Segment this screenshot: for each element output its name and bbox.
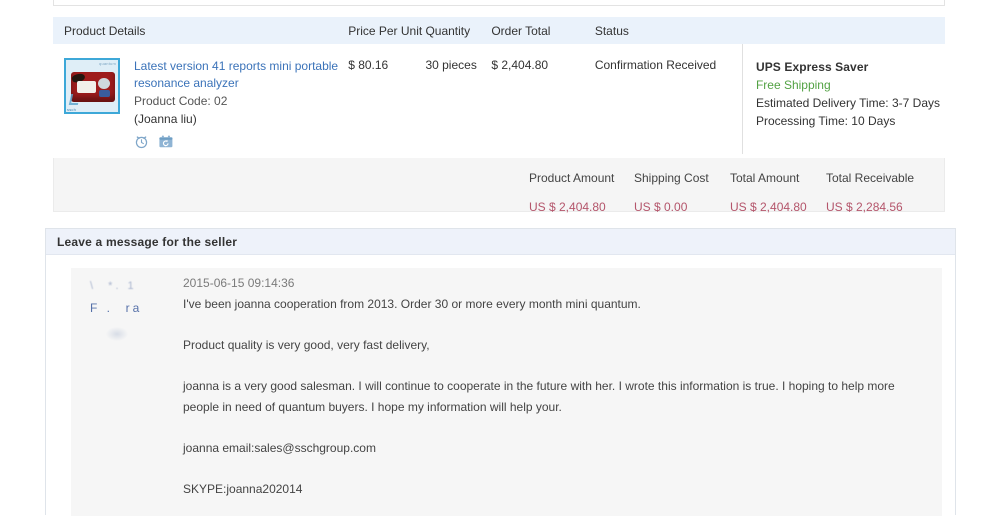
message-body-area: \ *. 1 F . ra 2015-06-15 09:14:36 I've b…	[71, 268, 942, 516]
shipping-method: UPS Express Saver	[755, 60, 869, 74]
product-title-link[interactable]: Latest version 41 reports mini portable …	[134, 58, 346, 92]
calendar-refresh-icon[interactable]	[158, 134, 174, 154]
column-header-status: Status	[594, 23, 629, 38]
order-status-value: Confirmation Received	[572, 44, 743, 154]
message-paragraph-2: Product quality is very good, very fast …	[183, 338, 430, 352]
total-column-total-receivable: Total Receivable US $ 2,284.56	[826, 158, 936, 215]
total-label-total-amount: Total Amount	[730, 171, 800, 185]
total-value-total-amount: US $ 2,404.80	[730, 200, 807, 214]
alarm-clock-icon[interactable]	[134, 134, 149, 154]
quantity-value: 30 pieces	[425, 44, 492, 154]
previous-panel-stub	[53, 0, 945, 6]
total-label-product-amount: Product Amount	[529, 171, 615, 185]
price-per-unit-value: $ 80.16	[348, 44, 426, 154]
column-header-price-per-unit: Price Per Unit	[348, 23, 423, 38]
order-total-value: $ 2,404.80	[491, 44, 573, 154]
column-header-shipping	[742, 17, 945, 44]
order-items-table: Product Details Price Per Unit Quantity …	[53, 17, 945, 154]
message-timestamp: 2015-06-15 09:14:36	[183, 276, 295, 290]
message-author-fragment-1: \ *. 1	[90, 280, 137, 292]
total-value-total-receivable: US $ 2,284.56	[826, 200, 903, 214]
seller-message-header-title: Leave a message for the seller	[57, 234, 238, 249]
estimated-delivery-time: Estimated Delivery Time: 3-7 Days	[755, 96, 940, 110]
column-header-order-total: Order Total	[491, 23, 551, 38]
total-column-product-amount: Product Amount US $ 2,404.80	[529, 158, 634, 215]
order-totals-strip: Product Amount US $ 2,404.80 Shipping Co…	[53, 158, 945, 215]
column-header-quantity: Quantity	[425, 23, 471, 38]
message-paragraph-skype: SKYPE:joanna202014	[183, 482, 303, 496]
seller-message-panel: Leave a message for the seller \ *. 1 F …	[45, 228, 956, 516]
order-table-header-row: Product Details Price Per Unit Quantity …	[53, 17, 945, 44]
total-column-total-amount: Total Amount US $ 2,404.80	[730, 158, 826, 215]
processing-time: Processing Time: 10 Days	[755, 114, 896, 128]
redaction-smudge	[106, 327, 128, 341]
product-owner: (Joanna liu)	[134, 112, 197, 126]
message-author-name: \ *. 1 F . ra	[90, 275, 178, 341]
total-label-shipping-cost: Shipping Cost	[634, 171, 709, 185]
product-details-cell: quantum ssch Latest version 41 reports m…	[53, 44, 349, 154]
message-author-fragment-2: F . ra	[90, 301, 143, 315]
free-shipping-label: Free Shipping	[755, 78, 831, 92]
order-item-row: quantum ssch Latest version 41 reports m…	[53, 44, 945, 154]
column-header-product-details: Product Details	[64, 23, 146, 38]
message-paragraph-1: I've been joanna cooperation from 2013. …	[183, 297, 641, 311]
total-label-total-receivable: Total Receivable	[826, 171, 915, 185]
message-paragraph-email: joanna email:sales@sschgroup.com	[183, 441, 376, 455]
total-value-shipping-cost: US $ 0.00	[634, 200, 688, 214]
total-column-shipping-cost: Shipping Cost US $ 0.00	[634, 158, 730, 215]
shipping-info-cell: UPS Express Saver Free Shipping Estimate…	[741, 44, 945, 154]
seller-message-header: Leave a message for the seller	[46, 229, 955, 255]
product-code: Product Code: 02	[134, 94, 228, 108]
product-thumbnail[interactable]: quantum ssch	[64, 58, 120, 114]
message-content: 2015-06-15 09:14:36 I've been joanna coo…	[183, 272, 932, 500]
order-detail-page: Product Details Price Per Unit Quantity …	[0, 0, 1000, 516]
message-paragraph-3: joanna is a very good salesman. I will c…	[183, 379, 895, 414]
total-value-product-amount: US $ 2,404.80	[529, 200, 606, 214]
